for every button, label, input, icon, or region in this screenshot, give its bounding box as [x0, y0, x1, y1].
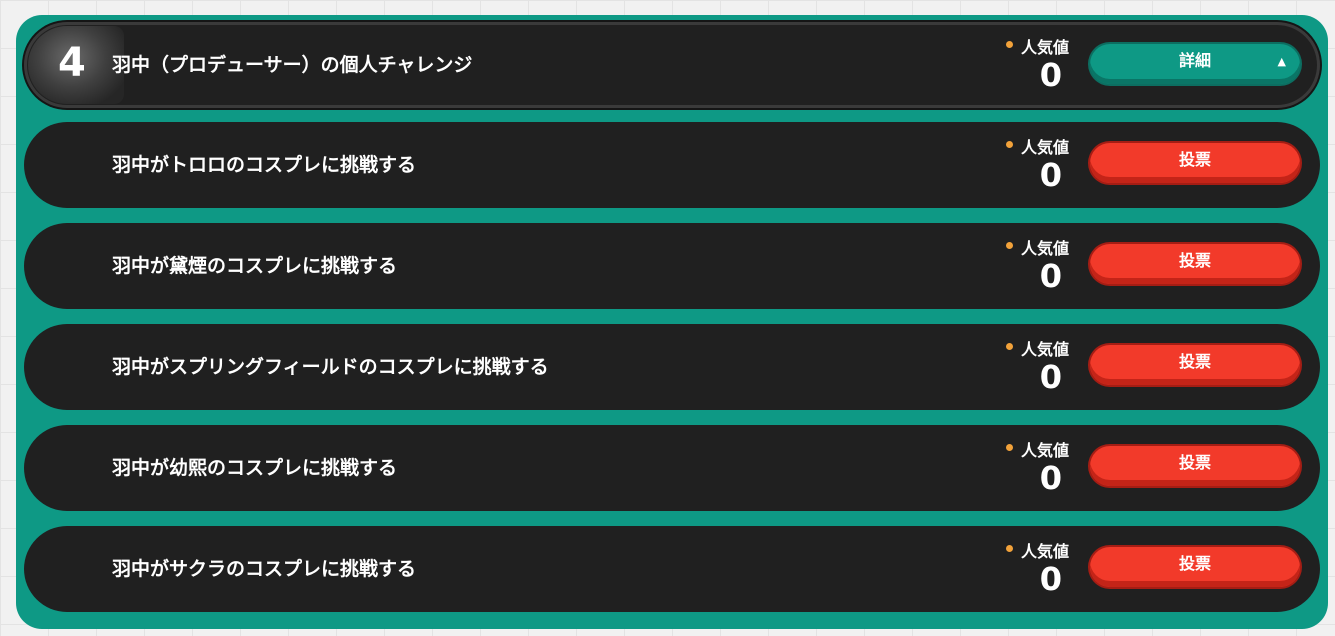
vote-button[interactable]: 投票	[1090, 446, 1300, 486]
popularity-value: 0	[1039, 358, 1062, 396]
detail-button[interactable]: 詳細 ▲	[1090, 44, 1300, 84]
challenge-panel: 4 羽中（プロデューサー）の個人チャレンジ 人気値 0 詳細 ▲ 羽中がトロロの…	[16, 15, 1328, 629]
popularity-label: 人気値	[1006, 538, 1069, 562]
vote-button[interactable]: 投票	[1090, 547, 1300, 587]
vote-button[interactable]: 投票	[1090, 143, 1300, 183]
rank-badge: 4	[28, 26, 124, 104]
challenge-row: 羽中がスプリングフィールドのコスプレに挑戦する 人気値 0 投票	[24, 324, 1320, 410]
challenge-row: 羽中が黛煙のコスプレに挑戦する 人気値 0 投票	[24, 223, 1320, 309]
popularity-label: 人気値	[1006, 34, 1069, 58]
triangle-up-icon: ▲	[1277, 55, 1286, 68]
dot-icon	[1006, 545, 1013, 552]
dot-icon	[1006, 343, 1013, 350]
header-title: 羽中（プロデューサー）の個人チャレンジ	[112, 54, 473, 76]
challenge-title: 羽中が幼熙のコスプレに挑戦する	[112, 457, 398, 479]
vote-button[interactable]: 投票	[1090, 244, 1300, 284]
popularity-value: 0	[1039, 560, 1062, 598]
vote-button[interactable]: 投票	[1090, 345, 1300, 385]
challenge-row: 羽中がサクラのコスプレに挑戦する 人気値 0 投票	[24, 526, 1320, 612]
dot-icon	[1006, 242, 1013, 249]
dot-icon	[1006, 141, 1013, 148]
challenge-title: 羽中がサクラのコスプレに挑戦する	[112, 558, 417, 580]
challenge-title: 羽中が黛煙のコスプレに挑戦する	[112, 255, 398, 277]
popularity-label: 人気値	[1006, 235, 1069, 259]
challenge-title: 羽中がスプリングフィールドのコスプレに挑戦する	[112, 356, 549, 378]
challenge-row: 羽中が幼熙のコスプレに挑戦する 人気値 0 投票	[24, 425, 1320, 511]
dot-icon	[1006, 41, 1013, 48]
popularity-label: 人気値	[1006, 134, 1069, 158]
detail-button-label: 詳細	[1178, 51, 1211, 70]
dot-icon	[1006, 444, 1013, 451]
challenge-title: 羽中がトロロのコスプレに挑戦する	[112, 154, 417, 176]
popularity-label: 人気値	[1006, 336, 1069, 360]
challenge-row: 羽中がトロロのコスプレに挑戦する 人気値 0 投票	[24, 122, 1320, 208]
popularity-value: 0	[1039, 56, 1062, 94]
popularity-value: 0	[1039, 156, 1062, 194]
popularity-value: 0	[1039, 257, 1062, 295]
popularity-value: 0	[1039, 459, 1062, 497]
popularity-label: 人気値	[1006, 437, 1069, 461]
rank-number: 4	[58, 40, 86, 86]
header-row: 4 羽中（プロデューサー）の個人チャレンジ 人気値 0 詳細 ▲	[24, 22, 1320, 108]
